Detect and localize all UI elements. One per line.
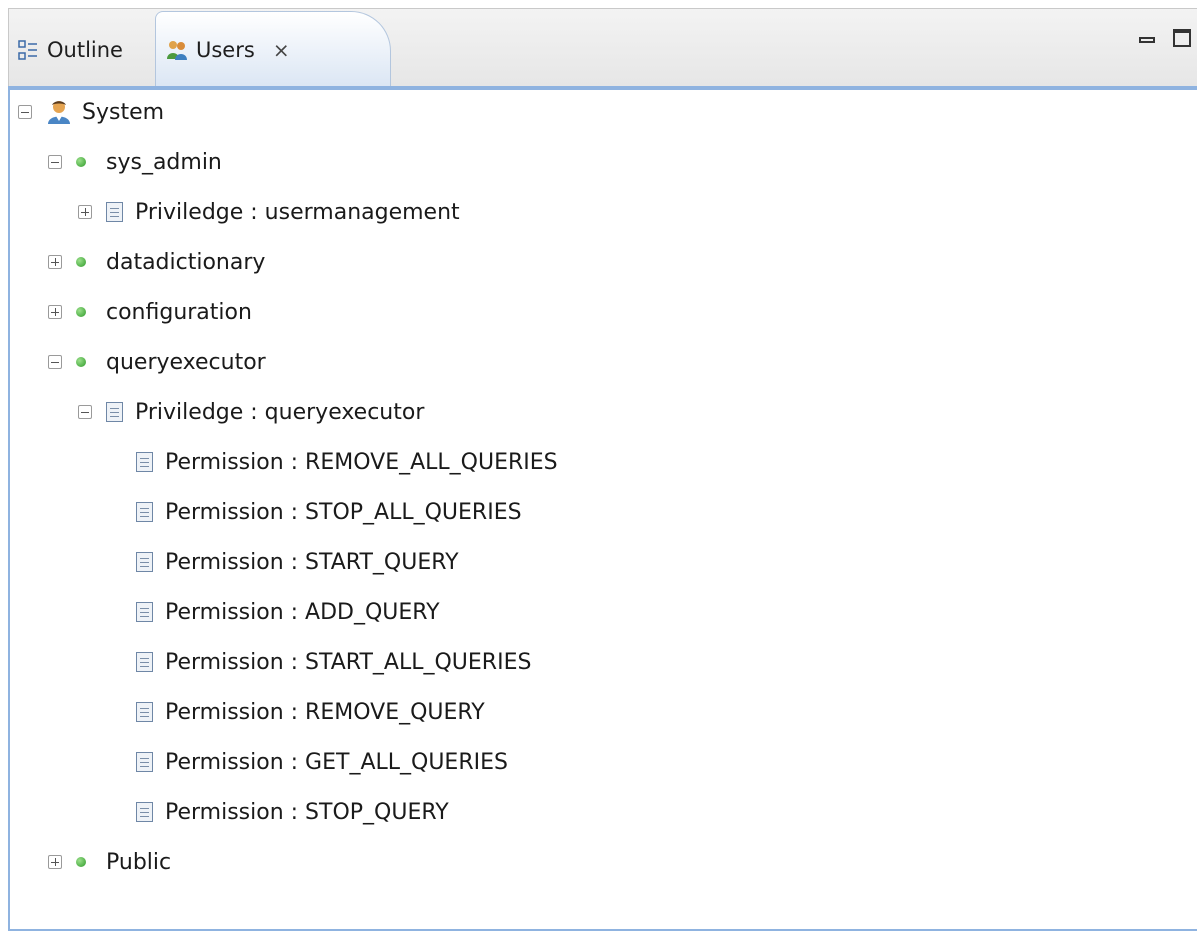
status-dot-icon [76, 157, 86, 167]
users-tree: System sys_admin Priviledge : usermanageme… [8, 90, 1197, 931]
users-icon [167, 40, 187, 60]
tree-node-label: sys_admin [106, 149, 222, 175]
tree-node-label: Permission : START_QUERY [165, 549, 459, 575]
tree-node[interactable]: Permission : START_ALL_QUERIES [108, 644, 531, 680]
tree-node-label: Permission : REMOVE_ALL_QUERIES [165, 449, 558, 475]
expand-icon[interactable] [48, 855, 62, 869]
tree-node[interactable]: Permission : REMOVE_QUERY [108, 694, 485, 730]
tree-node-label: Permission : GET_ALL_QUERIES [165, 749, 508, 775]
view-tab-bar: Outline Users ⨯ [8, 8, 1197, 87]
tree-node[interactable]: queryexecutor [48, 344, 266, 380]
document-icon [136, 802, 153, 822]
document-icon [136, 652, 153, 672]
tree-node[interactable]: Public [48, 844, 171, 880]
tree-node[interactable]: Priviledge : usermanagement [78, 194, 460, 230]
tree-node[interactable]: Priviledge : queryexecutor [78, 394, 424, 430]
tree-node[interactable]: datadictionary [48, 244, 265, 280]
tree-node[interactable]: Permission : STOP_ALL_QUERIES [108, 494, 522, 530]
tree-node[interactable]: Permission : ADD_QUERY [108, 594, 440, 630]
document-icon [106, 202, 123, 222]
tree-node[interactable]: Permission : STOP_QUERY [108, 794, 449, 830]
tree-node-label: Priviledge : queryexecutor [135, 399, 425, 425]
expand-icon[interactable] [48, 255, 62, 269]
collapse-icon[interactable] [48, 155, 62, 169]
status-dot-icon [76, 857, 86, 867]
outline-icon [18, 40, 37, 60]
tree-node[interactable]: configuration [48, 294, 252, 330]
tree-node-label: Permission : REMOVE_QUERY [165, 699, 485, 725]
users-view: Outline Users ⨯ System sys_admin Priviledg… [8, 8, 1197, 931]
tree-node[interactable]: Permission : GET_ALL_QUERIES [108, 744, 508, 780]
collapse-icon[interactable] [48, 355, 62, 369]
tree-node-label: queryexecutor [106, 349, 266, 375]
status-dot-icon [76, 257, 86, 267]
document-icon [136, 552, 153, 572]
document-icon [136, 452, 153, 472]
user-icon [48, 101, 70, 124]
tree-node-label: Permission : STOP_QUERY [165, 799, 449, 825]
tab-outline-label: Outline [47, 38, 123, 62]
tree-node-label: Permission : STOP_ALL_QUERIES [165, 499, 522, 525]
tab-users-label: Users [196, 37, 255, 62]
document-icon [136, 502, 153, 522]
collapse-icon[interactable] [18, 105, 32, 119]
collapse-icon[interactable] [78, 405, 92, 419]
view-actions [1139, 29, 1191, 47]
document-icon [136, 702, 153, 722]
expand-icon[interactable] [48, 305, 62, 319]
tree-node-label: Priviledge : usermanagement [135, 199, 460, 225]
close-icon[interactable]: ⨯ [273, 38, 290, 62]
tree-node[interactable]: System [18, 94, 164, 130]
maximize-icon[interactable] [1173, 29, 1191, 47]
minimize-icon[interactable] [1139, 37, 1155, 43]
document-icon [106, 402, 123, 422]
document-icon [136, 602, 153, 622]
tree-node-label: Permission : START_ALL_QUERIES [165, 649, 532, 675]
tree-node-label: datadictionary [106, 249, 266, 275]
status-dot-icon [76, 357, 86, 367]
tab-outline[interactable]: Outline [11, 13, 155, 87]
expand-icon[interactable] [78, 205, 92, 219]
tree-node-label: configuration [106, 299, 252, 325]
document-icon [136, 752, 153, 772]
tree-node-label: Permission : ADD_QUERY [165, 599, 440, 625]
tree-node[interactable]: sys_admin [48, 144, 222, 180]
status-dot-icon [76, 307, 86, 317]
tab-users[interactable]: Users ⨯ [155, 11, 391, 87]
tree-node-label: Public [106, 849, 172, 875]
tree-node[interactable]: Permission : START_QUERY [108, 544, 459, 580]
tree-node-label: System [82, 99, 165, 125]
tree-node[interactable]: Permission : REMOVE_ALL_QUERIES [108, 444, 558, 480]
